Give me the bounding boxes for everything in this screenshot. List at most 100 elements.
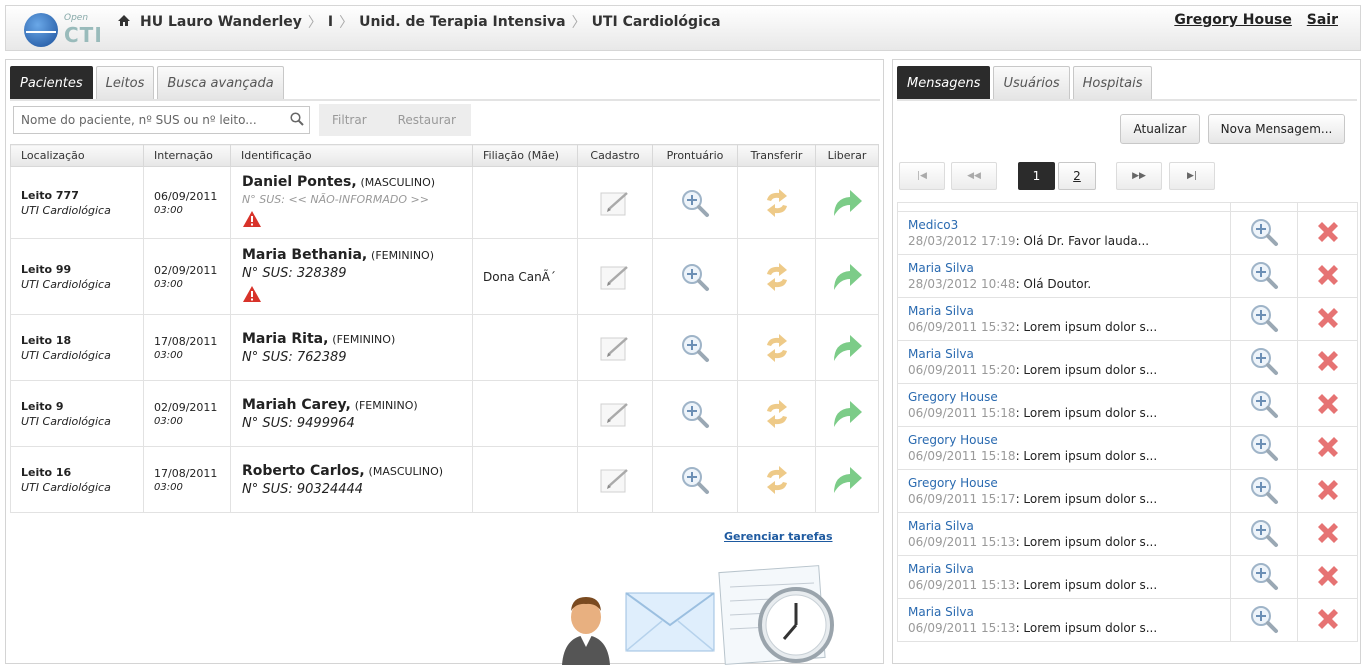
tab-pacientes[interactable]: Pacientes xyxy=(10,66,93,100)
release-icon[interactable] xyxy=(830,262,864,292)
message-row[interactable]: Maria Silva 06/09/2011 15:20: Lorem ipsum… xyxy=(897,340,1358,384)
release-icon[interactable] xyxy=(830,399,864,429)
release-icon[interactable] xyxy=(830,465,864,495)
edit-record-icon[interactable] xyxy=(599,263,631,291)
delete-message-icon[interactable] xyxy=(1315,434,1341,460)
delete-message-icon[interactable] xyxy=(1315,520,1341,546)
patient-name[interactable]: Maria Bethania, xyxy=(242,247,367,263)
transfer-icon[interactable] xyxy=(763,262,791,292)
view-message-icon[interactable] xyxy=(1249,518,1279,548)
tab-usuarios[interactable]: Usuários xyxy=(993,66,1070,100)
pager-first-button[interactable]: |◀ xyxy=(899,162,945,190)
reset-button[interactable]: Restaurar xyxy=(398,113,456,127)
home-icon[interactable] xyxy=(118,15,130,29)
patient-name[interactable]: Daniel Pontes, xyxy=(242,174,357,190)
patient-row[interactable]: Leito 99 UTI Cardiológica 02/09/2011 03:00 M… xyxy=(10,238,879,315)
message-sender[interactable]: Gregory House xyxy=(908,433,1230,447)
view-message-icon[interactable] xyxy=(1249,260,1279,290)
manage-tasks-link[interactable]: Gerenciar tarefas xyxy=(724,530,833,543)
edit-record-icon[interactable] xyxy=(599,466,631,494)
view-record-icon[interactable] xyxy=(680,399,710,429)
message-sender[interactable]: Medico3 xyxy=(908,218,1230,232)
pager-page-2[interactable]: 2 xyxy=(1058,162,1096,190)
delete-message-icon[interactable] xyxy=(1315,262,1341,288)
message-row[interactable]: Maria Silva 06/09/2011 15:13: Lorem ipsum… xyxy=(897,555,1358,599)
breadcrumb-hospital[interactable]: HU Lauro Wanderley xyxy=(140,14,302,30)
message-row[interactable]: Gregory House 06/09/2011 15:18: Lorem ips… xyxy=(897,426,1358,470)
logout-link[interactable]: Sair xyxy=(1307,12,1338,28)
patient-name[interactable]: Roberto Carlos, xyxy=(242,463,365,479)
message-row[interactable]: Maria Silva 28/03/2012 10:48: Olá Doutor. xyxy=(897,254,1358,298)
view-message-icon[interactable] xyxy=(1249,217,1279,247)
pager-last-button[interactable]: ▶| xyxy=(1169,162,1215,190)
tab-busca-avancada[interactable]: Busca avançada xyxy=(157,66,284,100)
view-message-icon[interactable] xyxy=(1249,561,1279,591)
col-localizacao[interactable]: Localização xyxy=(10,144,144,167)
message-row[interactable]: Maria Silva 06/09/2011 15:13: Lorem ipsum… xyxy=(897,512,1358,556)
edit-record-icon[interactable] xyxy=(599,189,631,217)
view-message-icon[interactable] xyxy=(1249,604,1279,634)
delete-message-icon[interactable] xyxy=(1315,305,1341,331)
pager-page-1[interactable]: 1 xyxy=(1018,162,1055,190)
delete-message-icon[interactable] xyxy=(1315,348,1341,374)
view-message-icon[interactable] xyxy=(1249,475,1279,505)
message-sender[interactable]: Maria Silva xyxy=(908,347,1230,361)
message-sender[interactable]: Gregory House xyxy=(908,476,1230,490)
patient-search-input[interactable] xyxy=(21,113,286,127)
refresh-button[interactable]: Atualizar xyxy=(1120,114,1200,144)
view-record-icon[interactable] xyxy=(680,465,710,495)
pager-next-button[interactable]: ▶▶ xyxy=(1116,162,1162,190)
edit-record-icon[interactable] xyxy=(599,334,631,362)
delete-message-icon[interactable] xyxy=(1315,391,1341,417)
message-sender[interactable]: Maria Silva xyxy=(908,562,1230,576)
opencti-logo[interactable]: Open CTI xyxy=(24,11,102,49)
message-sender[interactable]: Gregory House xyxy=(908,390,1230,404)
col-internacao[interactable]: Internação xyxy=(143,144,231,167)
message-row[interactable]: Maria Silva 06/09/2011 15:32: Lorem ipsum… xyxy=(897,297,1358,341)
delete-message-icon[interactable] xyxy=(1315,219,1341,245)
tab-mensagens[interactable]: Mensagens xyxy=(897,66,991,100)
message-row[interactable]: Maria Silva 06/09/2011 15:13: Lorem ipsum… xyxy=(897,598,1358,642)
delete-message-icon[interactable] xyxy=(1315,563,1341,589)
col-filiacao[interactable]: Filiação (Mãe) xyxy=(472,144,578,167)
user-name-link[interactable]: Gregory House xyxy=(1174,12,1292,28)
breadcrumb-ward[interactable]: UTI Cardiológica xyxy=(592,14,721,30)
view-record-icon[interactable] xyxy=(680,188,710,218)
col-identificacao[interactable]: Identificação xyxy=(230,144,473,167)
filter-button[interactable]: Filtrar xyxy=(332,113,367,127)
patient-name[interactable]: Mariah Carey, xyxy=(242,397,351,413)
release-icon[interactable] xyxy=(830,188,864,218)
view-record-icon[interactable] xyxy=(680,333,710,363)
transfer-icon[interactable] xyxy=(763,399,791,429)
new-message-button[interactable]: Nova Mensagem... xyxy=(1208,114,1345,144)
view-message-icon[interactable] xyxy=(1249,432,1279,462)
view-message-icon[interactable] xyxy=(1249,389,1279,419)
tab-hospitais[interactable]: Hospitais xyxy=(1072,66,1153,100)
transfer-icon[interactable] xyxy=(763,188,791,218)
message-sender[interactable]: Maria Silva xyxy=(908,304,1230,318)
transfer-icon[interactable] xyxy=(763,465,791,495)
view-message-icon[interactable] xyxy=(1249,346,1279,376)
patient-row[interactable]: Leito 9 UTI Cardiológica 02/09/2011 03:00 Ma… xyxy=(10,380,879,447)
delete-message-icon[interactable] xyxy=(1315,477,1341,503)
patient-name[interactable]: Maria Rita, xyxy=(242,331,328,347)
delete-message-icon[interactable] xyxy=(1315,606,1341,632)
patient-row[interactable]: Leito 18 UTI Cardiológica 17/08/2011 03:00 M… xyxy=(10,314,879,381)
view-message-icon[interactable] xyxy=(1249,303,1279,333)
release-icon[interactable] xyxy=(830,333,864,363)
message-row[interactable]: Gregory House 06/09/2011 15:18: Lorem ips… xyxy=(897,383,1358,427)
patient-row[interactable]: Leito 777 UTI Cardiológica 06/09/2011 03:00… xyxy=(10,166,879,239)
transfer-icon[interactable] xyxy=(763,333,791,363)
message-sender[interactable]: Maria Silva xyxy=(908,519,1230,533)
message-row[interactable]: Gregory House 06/09/2011 15:17: Lorem ips… xyxy=(897,469,1358,513)
view-record-icon[interactable] xyxy=(680,262,710,292)
message-sender[interactable]: Maria Silva xyxy=(908,605,1230,619)
message-sender[interactable]: Maria Silva xyxy=(908,261,1230,275)
edit-record-icon[interactable] xyxy=(599,400,631,428)
search-icon[interactable] xyxy=(290,112,304,126)
patient-row[interactable]: Leito 16 UTI Cardiológica 17/08/2011 03:00 R… xyxy=(10,446,879,513)
message-row[interactable]: Medico3 28/03/2012 17:19: Olá Dr. Favor l… xyxy=(897,211,1358,255)
breadcrumb-building[interactable]: I xyxy=(328,14,333,30)
tab-leitos[interactable]: Leitos xyxy=(95,66,155,100)
pager-prev-button[interactable]: ◀◀ xyxy=(951,162,997,190)
